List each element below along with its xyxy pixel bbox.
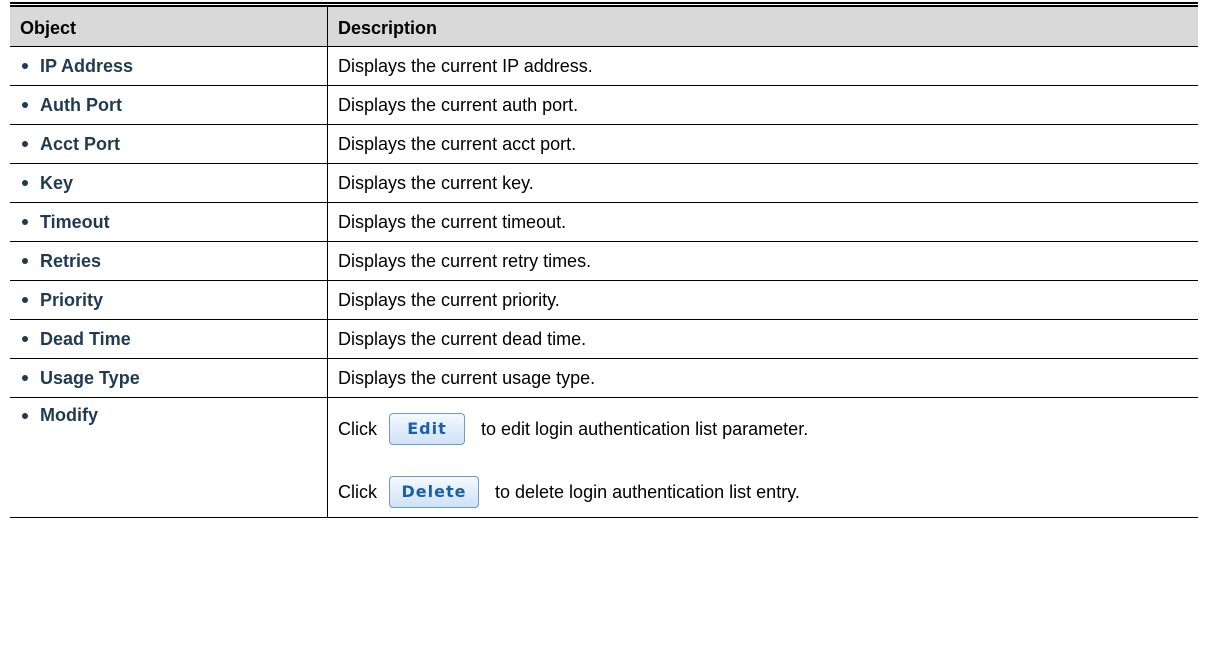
bullet-icon [22,102,28,108]
table-row: Dead Time Displays the current dead time… [10,319,1198,359]
object-description: Displays the current auth port. [327,85,1198,125]
bullet-icon [22,180,28,186]
object-description: Displays the current key. [327,163,1198,203]
click-label: Click [338,481,377,502]
object-description: Displays the current timeout. [327,202,1198,242]
object-description: Displays the current usage type. [327,358,1198,398]
bullet-icon [22,412,28,419]
table-header-row: Object Description [10,4,1198,47]
object-name: Modify [40,405,98,425]
table-row: Key Displays the current key. [10,163,1198,203]
bullet-icon [22,63,28,69]
object-description: Displays the current priority. [327,280,1198,320]
bullet-icon [22,141,28,147]
object-name: Key [40,172,74,193]
object-column-header: Object [10,4,328,47]
table-row: Timeout Displays the current timeout. [10,202,1198,242]
delete-instruction-text: to delete login authentication list entr… [495,481,800,502]
table-row: Priority Displays the current priority. [10,280,1198,320]
bullet-icon [22,297,28,303]
edit-instruction: Click Edit to edit login authentication … [338,412,1188,446]
edit-instruction-text: to edit login authentication list parame… [481,418,809,439]
bullet-icon [22,375,28,381]
table-row: Retries Displays the current retry times… [10,241,1198,281]
object-description: Displays the current acct port. [327,124,1198,164]
object-name: Priority [40,289,104,310]
object-name: Usage Type [40,367,140,388]
delete-button[interactable]: Delete [389,476,479,508]
click-label: Click [338,418,377,439]
bullet-icon [22,336,28,342]
object-name: Auth Port [40,94,122,115]
object-description: Displays the current dead time. [327,319,1198,359]
object-description: Displays the current IP address. [327,46,1198,86]
object-name: Timeout [40,211,110,232]
object-description: Displays the current retry times. [327,241,1198,281]
modify-description: Click Edit to edit login authentication … [327,397,1198,518]
object-name: IP Address [40,55,134,76]
bullet-icon [22,258,28,264]
object-name: Acct Port [40,133,121,154]
table-row: Auth Port Displays the current auth port… [10,85,1198,125]
table-row-modify: Modify Click Edit to edit login authenti… [10,397,1198,518]
table-row: Acct Port Displays the current acct port… [10,124,1198,164]
delete-instruction: Click Delete to delete login authenticat… [338,475,1188,509]
table-row: Usage Type Displays the current usage ty… [10,358,1198,398]
object-name: Retries [40,250,102,271]
edit-button[interactable]: Edit [389,413,465,445]
bullet-icon [22,219,28,225]
table-row: IP Address Displays the current IP addre… [10,46,1198,86]
object-name: Dead Time [40,328,131,349]
description-column-header: Description [327,4,1198,47]
object-description-table: Object Description IP Address Displays t… [10,2,1198,518]
